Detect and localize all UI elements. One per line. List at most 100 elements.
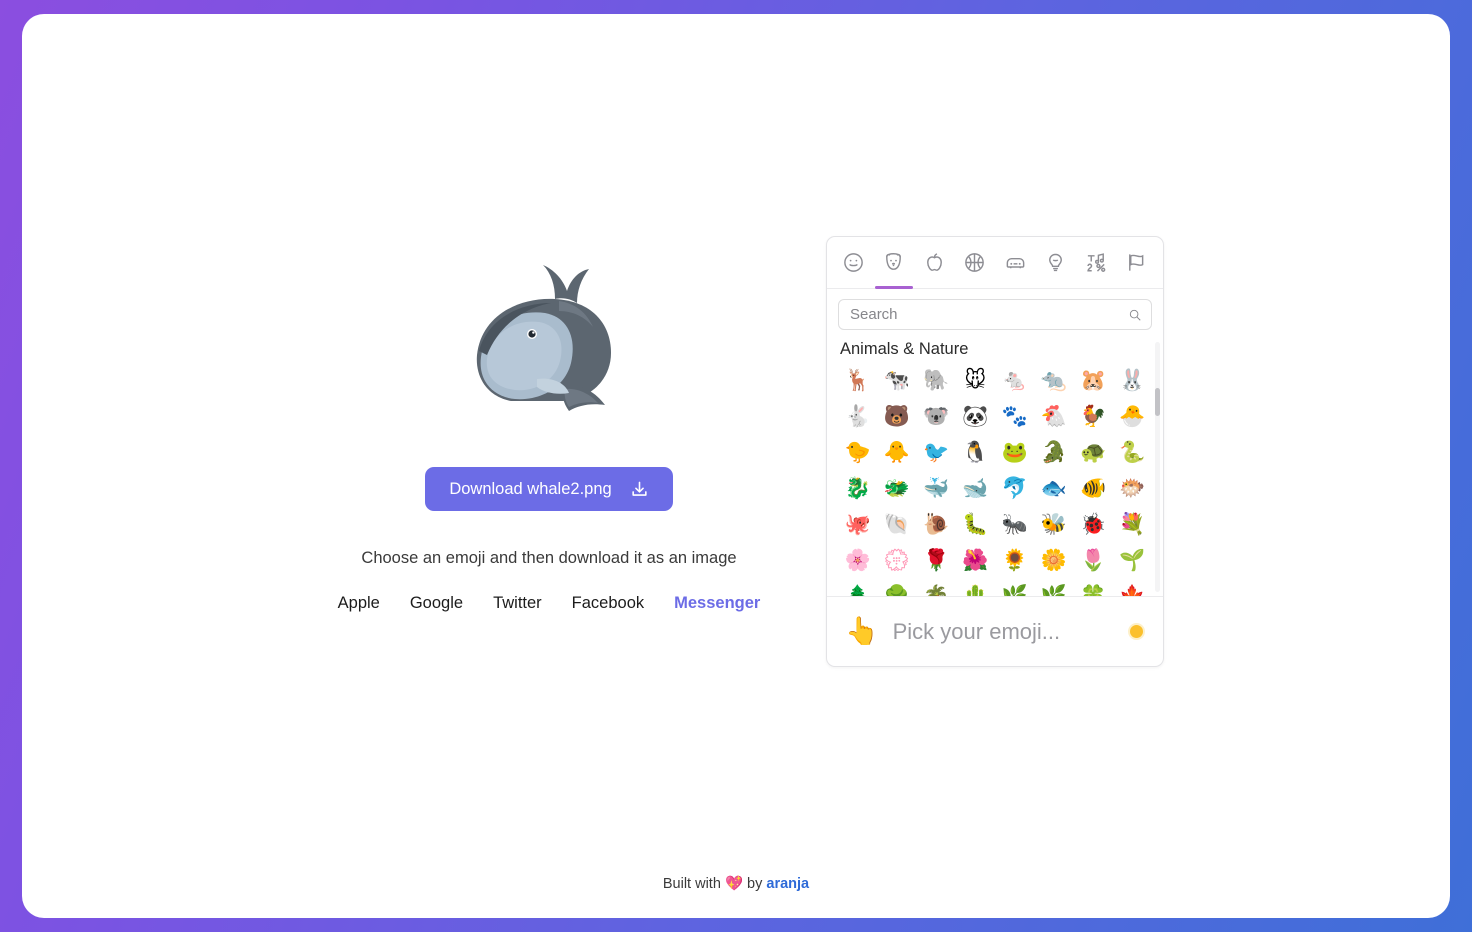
search-input[interactable] — [850, 306, 1121, 323]
footer-middle: by — [743, 876, 767, 892]
emoji-cell[interactable]: 🐄 — [877, 365, 916, 395]
emoji-cell[interactable]: 🐤 — [838, 437, 877, 467]
emoji-scrollbar-thumb[interactable] — [1155, 388, 1160, 416]
emoji-cell[interactable]: 🐡 — [1113, 473, 1152, 503]
emoji-scrollbar[interactable] — [1155, 342, 1160, 592]
emoji-cell[interactable]: 🌵 — [956, 581, 995, 596]
provider-tab-apple[interactable]: Apple — [338, 594, 380, 613]
emoji-cell[interactable]: 🐚 — [877, 509, 916, 539]
emoji-cell[interactable]: 🐝 — [1034, 509, 1073, 539]
emoji-picker: Animals & Nature 🦌🐄🐘🐭🐁🐀🐹🐰 🐇🐻🐨🐼🐾🐔🐓🐣 🐤🐥🐦🐧🐸🐊🐢… — [826, 236, 1164, 667]
food-tab[interactable] — [914, 237, 955, 288]
search-icon — [1129, 309, 1141, 321]
emoji-cell[interactable]: 🐧 — [956, 437, 995, 467]
emoji-cell[interactable]: 🍀 — [1074, 581, 1113, 596]
apple-icon — [926, 253, 942, 271]
emoji-picker-footer: 👆 Pick your emoji... — [827, 596, 1163, 666]
emoji-cell[interactable]: 🐊 — [1034, 437, 1073, 467]
emoji-cell[interactable]: 🌹 — [917, 545, 956, 575]
symbols-icon — [1087, 253, 1106, 272]
footer-prefix: Built with — [662, 876, 725, 892]
emoji-cell[interactable]: 🐸 — [995, 437, 1034, 467]
emoji-cell[interactable]: 🌴 — [917, 581, 956, 596]
smiley-face-icon — [843, 253, 863, 272]
hint-text: Choose an emoji and then download it as … — [361, 549, 737, 567]
download-button[interactable]: Download whale2.png — [425, 467, 673, 511]
emoji-cell[interactable]: 🐜 — [995, 509, 1034, 539]
emoji-cell[interactable]: 🐬 — [995, 473, 1034, 503]
emoji-cell[interactable]: 💮 — [877, 545, 916, 575]
preview-column: Download whale2.png Choose an emoji and … — [309, 259, 789, 613]
emoji-cell[interactable]: 🐳 — [917, 473, 956, 503]
emoji-cell[interactable]: 🐹 — [1074, 365, 1113, 395]
emoji-cell[interactable]: 🐛 — [956, 509, 995, 539]
emoji-grid: 🦌 🐄 🐘 🐭 🐁 🐀 🐹 🐰 🐇 🐻 🐨 🐼 🐾 🐔 🐓 🐣 🐤 🐥 🐦 🐧 🐸 🐊 🐢 🐍 🐉 🐲 🐳 🐋 🐬 🐟 🐠 🐡 🐙 🐚 🐌 🐛 🐜 🐝 🐞 💐… — [838, 365, 1152, 596]
emoji-cell[interactable]: 🌱 — [1113, 545, 1152, 575]
emoji-cell[interactable]: 🐍 — [1113, 437, 1152, 467]
emoji-preview-placeholder: Pick your emoji... — [892, 618, 1061, 644]
emoji-category-tabs — [827, 237, 1163, 289]
emoji-cell[interactable]: 🐠 — [1074, 473, 1113, 503]
emoji-cell[interactable]: 🐙 — [838, 509, 877, 539]
emoji-cell[interactable]: 🐨 — [917, 401, 956, 431]
emoji-cell[interactable]: 🌿 — [995, 581, 1034, 596]
emoji-cell[interactable]: 🌳 — [877, 581, 916, 596]
emoji-cell[interactable]: 🌼 — [1034, 545, 1073, 575]
emoji-cell[interactable]: 🐲 — [877, 473, 916, 503]
emoji-scroll-area[interactable]: Animals & Nature 🦌 🐄 🐘 🐭 🐁 🐀 🐹 🐰 🐇 🐻 🐨 🐼 🐾 🐔 🐓 🐣 🐤 🐥 🐦 🐧 🐸 🐊 🐢… — [827, 338, 1163, 596]
emoji-cell[interactable]: 💐 — [1113, 509, 1152, 539]
travel-tab[interactable] — [995, 237, 1036, 288]
emoji-cell[interactable]: 🐇 — [838, 401, 877, 431]
emoji-cell[interactable]: 🐁 — [995, 365, 1034, 395]
emoji-cell[interactable]: 🐥 — [877, 437, 916, 467]
emoji-cell[interactable]: 🌺 — [956, 545, 995, 575]
objects-tab[interactable] — [1036, 237, 1077, 288]
flags-tab[interactable] — [1117, 237, 1158, 288]
emoji-cell[interactable]: 🐉 — [838, 473, 877, 503]
provider-tab-messenger[interactable]: Messenger — [674, 594, 760, 613]
emoji-cell[interactable]: 🌿 — [1034, 581, 1073, 596]
emoji-cell[interactable]: 🍁 — [1113, 581, 1152, 596]
emoji-cell[interactable]: 🐢 — [1074, 437, 1113, 467]
emoji-cell[interactable]: 🐋 — [956, 473, 995, 503]
emoji-cell[interactable]: 🐣 — [1113, 401, 1152, 431]
symbols-tab[interactable] — [1076, 237, 1117, 288]
emoji-cell[interactable]: 🐓 — [1074, 401, 1113, 431]
provider-tab-facebook[interactable]: Facebook — [572, 594, 644, 613]
emoji-cell[interactable]: 🐀 — [1034, 365, 1073, 395]
dog-face-icon — [886, 253, 902, 270]
emoji-cell[interactable]: 🐾 — [995, 401, 1034, 431]
emoji-cell[interactable]: 🐦 — [917, 437, 956, 467]
emoji-cell[interactable]: 🐌 — [917, 509, 956, 539]
skin-tone-selector[interactable] — [1128, 623, 1145, 640]
emoji-cell[interactable]: 🌷 — [1074, 545, 1113, 575]
flag-icon — [1129, 254, 1144, 271]
car-icon — [1006, 257, 1025, 269]
whale-emoji-preview — [459, 259, 639, 429]
emoji-cell[interactable]: 🌲 — [838, 581, 877, 596]
provider-tab-google[interactable]: Google — [410, 594, 463, 613]
activity-tab[interactable] — [955, 237, 996, 288]
emoji-cell[interactable]: 🐭 — [956, 365, 995, 395]
emoji-cell[interactable]: 🐰 — [1113, 365, 1152, 395]
lightbulb-icon — [1049, 253, 1063, 272]
emoji-cell[interactable]: 🐻 — [877, 401, 916, 431]
emoji-cell[interactable]: 🐞 — [1074, 509, 1113, 539]
emoji-cell[interactable]: 🐘 — [917, 365, 956, 395]
download-button-label: Download whale2.png — [449, 479, 612, 498]
emoji-cell[interactable]: 🦌 — [838, 365, 877, 395]
provider-tab-twitter[interactable]: Twitter — [493, 594, 542, 613]
search-box[interactable] — [838, 299, 1152, 330]
aranja-link[interactable]: aranja — [766, 876, 809, 892]
download-icon — [632, 481, 647, 496]
page-footer: Built with 💖 by aranja — [22, 875, 1450, 892]
emoji-cell[interactable]: 🐼 — [956, 401, 995, 431]
emoji-cell[interactable]: 🐔 — [1034, 401, 1073, 431]
emoji-cell[interactable]: 🌻 — [995, 545, 1034, 575]
provider-tabs: Apple Google Twitter Facebook Messenger — [338, 594, 761, 613]
smileys-tab[interactable] — [833, 237, 874, 288]
animals-tab[interactable] — [874, 237, 915, 288]
emoji-cell[interactable]: 🐟 — [1034, 473, 1073, 503]
basketball-icon — [965, 253, 985, 272]
emoji-cell[interactable]: 🌸 — [838, 545, 877, 575]
